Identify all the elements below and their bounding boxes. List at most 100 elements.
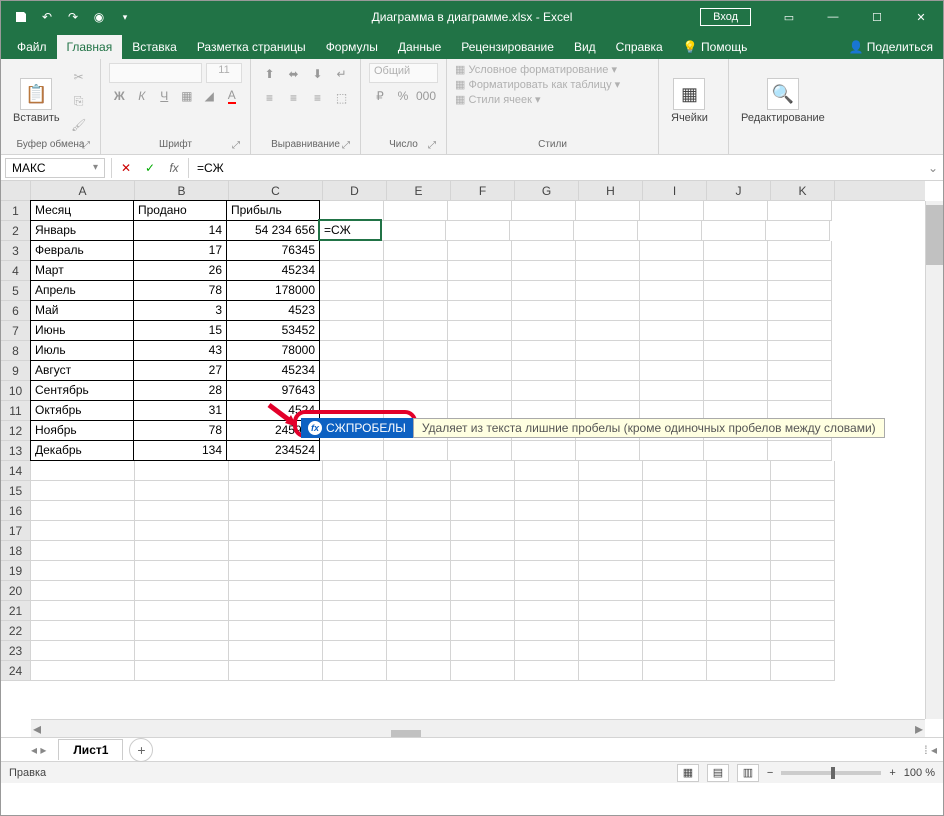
cell[interactable] xyxy=(771,501,835,521)
cell[interactable] xyxy=(640,281,704,301)
cell[interactable] xyxy=(515,661,579,681)
row-header[interactable]: 16 xyxy=(1,501,30,521)
row-header[interactable]: 17 xyxy=(1,521,30,541)
cell[interactable] xyxy=(512,281,576,301)
cell[interactable] xyxy=(640,381,704,401)
align-bottom-icon[interactable]: ⬇ xyxy=(307,63,329,85)
cell[interactable] xyxy=(574,221,638,241)
cell[interactable] xyxy=(448,201,512,221)
cell[interactable] xyxy=(135,501,229,521)
cell[interactable]: 76345 xyxy=(226,240,320,261)
cell[interactable] xyxy=(451,661,515,681)
row-header[interactable]: 7 xyxy=(1,321,30,341)
cell[interactable] xyxy=(771,641,835,661)
cell[interactable] xyxy=(320,321,384,341)
cell[interactable] xyxy=(579,541,643,561)
cell[interactable] xyxy=(320,261,384,281)
view-page-break-icon[interactable]: ▥ xyxy=(737,764,759,782)
cell[interactable] xyxy=(704,241,768,261)
cell[interactable]: 4523 xyxy=(226,300,320,321)
login-button[interactable]: Вход xyxy=(700,8,751,26)
active-cell[interactable]: =СЖ xyxy=(318,219,382,241)
minimize-icon[interactable]: — xyxy=(811,1,855,33)
cell[interactable] xyxy=(384,341,448,361)
column-header[interactable]: J xyxy=(707,181,771,200)
cell[interactable] xyxy=(707,501,771,521)
cell[interactable] xyxy=(515,621,579,641)
cell[interactable] xyxy=(704,261,768,281)
cell[interactable] xyxy=(640,261,704,281)
cell[interactable] xyxy=(512,341,576,361)
cell[interactable]: 28 xyxy=(133,380,227,401)
close-icon[interactable]: ✕ xyxy=(899,1,943,33)
cell[interactable]: Май xyxy=(30,300,134,321)
cell[interactable] xyxy=(448,261,512,281)
cell[interactable] xyxy=(576,321,640,341)
cell[interactable] xyxy=(579,561,643,581)
cell[interactable]: 78000 xyxy=(226,340,320,361)
cell[interactable] xyxy=(384,441,448,461)
column-header[interactable]: I xyxy=(643,181,707,200)
cell[interactable] xyxy=(384,241,448,261)
tab-view[interactable]: Вид xyxy=(564,35,606,59)
cell[interactable]: 27 xyxy=(133,360,227,381)
cell[interactable] xyxy=(384,201,448,221)
cell-styles-button[interactable]: ▦ Стили ячеек ▾ xyxy=(455,93,541,106)
conditional-formatting-button[interactable]: ▦ Условное форматирование ▾ xyxy=(455,63,617,76)
column-header[interactable]: K xyxy=(771,181,835,200)
cell[interactable] xyxy=(31,641,135,661)
bold-icon[interactable]: Ж xyxy=(109,85,130,107)
cell[interactable] xyxy=(320,301,384,321)
cell[interactable] xyxy=(31,501,135,521)
cell[interactable] xyxy=(707,481,771,501)
cell[interactable] xyxy=(31,581,135,601)
row-header[interactable]: 15 xyxy=(1,481,30,501)
cell[interactable] xyxy=(576,361,640,381)
cut-icon[interactable]: ✂ xyxy=(68,66,90,88)
row-header[interactable]: 23 xyxy=(1,641,30,661)
column-header[interactable]: A xyxy=(31,181,135,200)
name-box[interactable]: МАКС ▾ xyxy=(5,158,105,178)
cell[interactable] xyxy=(320,381,384,401)
cell[interactable]: 17 xyxy=(133,240,227,261)
cell[interactable] xyxy=(640,201,704,221)
cell[interactable] xyxy=(579,481,643,501)
editing-button[interactable]: 🔍 Редактирование xyxy=(737,76,829,126)
cell[interactable] xyxy=(707,641,771,661)
cell[interactable] xyxy=(387,581,451,601)
cell[interactable] xyxy=(31,661,135,681)
cell[interactable] xyxy=(31,461,135,481)
cell[interactable] xyxy=(704,201,768,221)
cell[interactable] xyxy=(643,461,707,481)
italic-icon[interactable]: К xyxy=(132,85,153,107)
function-suggestion[interactable]: fx СЖПРОБЕЛЫ xyxy=(301,418,413,438)
cell[interactable] xyxy=(135,601,229,621)
cell[interactable] xyxy=(579,621,643,641)
cell[interactable] xyxy=(704,281,768,301)
cell[interactable] xyxy=(448,361,512,381)
cell[interactable] xyxy=(451,581,515,601)
dialog-launcher-icon[interactable]: ⤢ xyxy=(82,140,94,152)
cell[interactable]: Январь xyxy=(30,220,134,241)
percent-icon[interactable]: % xyxy=(392,85,414,107)
cell[interactable] xyxy=(768,341,832,361)
cell[interactable] xyxy=(384,301,448,321)
dialog-launcher-icon[interactable]: ⤢ xyxy=(428,140,440,152)
cell[interactable] xyxy=(579,581,643,601)
cell[interactable] xyxy=(771,601,835,621)
cell[interactable] xyxy=(768,281,832,301)
cell[interactable] xyxy=(323,461,387,481)
row-header[interactable]: 3 xyxy=(1,241,30,261)
cell[interactable] xyxy=(135,641,229,661)
cell[interactable] xyxy=(510,221,574,241)
cell[interactable] xyxy=(643,501,707,521)
cell[interactable]: Июнь xyxy=(30,320,134,341)
cell[interactable]: 45234 xyxy=(226,360,320,381)
undo-icon[interactable]: ↶ xyxy=(35,5,59,29)
cell[interactable] xyxy=(31,541,135,561)
cell[interactable] xyxy=(638,221,702,241)
cell[interactable] xyxy=(640,241,704,261)
cell[interactable] xyxy=(643,581,707,601)
row-header[interactable]: 13 xyxy=(1,441,30,461)
redo-icon[interactable]: ↷ xyxy=(61,5,85,29)
